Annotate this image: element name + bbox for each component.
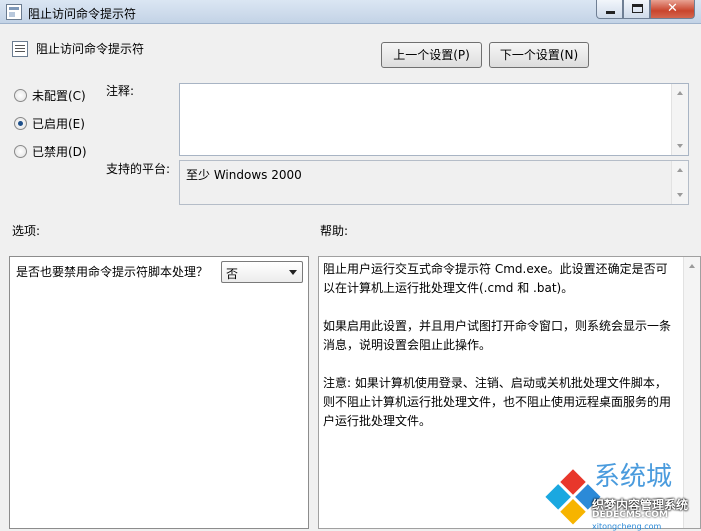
radio-label: 已启用(E): [32, 117, 85, 131]
disable-script-question: 是否也要禁用命令提示符脚本处理？: [16, 265, 209, 279]
scroll-up-icon[interactable]: [677, 168, 683, 172]
comment-label: 注释:: [106, 84, 135, 98]
options-panel: 是否也要禁用命令提示符脚本处理？: [9, 256, 309, 529]
radio-not-configured[interactable]: 未配置(C): [14, 87, 86, 104]
comment-textarea[interactable]: [179, 83, 689, 156]
title-bar: 阻止访问命令提示符 ✕: [0, 0, 701, 24]
previous-setting-button[interactable]: 上一个设置(P): [381, 42, 482, 68]
options-label: 选项:: [12, 224, 41, 238]
site-watermark: 系统城 织梦内容管理系统 DEDECMS.COM xitongcheng.com: [545, 456, 701, 531]
radio-button[interactable]: [14, 145, 27, 158]
help-paragraph: 阻止用户运行交互式命令提示符 Cmd.exe。此设置还确定是否可以在计算机上运行…: [323, 262, 668, 295]
scroll-down-icon[interactable]: [677, 193, 683, 197]
disable-script-select[interactable]: 否: [221, 261, 303, 283]
minimize-button[interactable]: [596, 0, 623, 19]
radio-disabled[interactable]: 已禁用(D): [14, 143, 87, 160]
chevron-down-icon: [289, 270, 297, 275]
radio-enabled[interactable]: 已启用(E): [14, 115, 85, 132]
help-label: 帮助:: [320, 224, 349, 238]
policy-setting-icon: [12, 41, 28, 57]
help-text: 阻止用户运行交互式命令提示符 Cmd.exe。此设置还确定是否可以在计算机上运行…: [323, 260, 675, 450]
platform-value: 至少 Windows 2000: [186, 168, 302, 182]
radio-label: 未配置(C): [32, 89, 86, 103]
radio-button[interactable]: [14, 117, 27, 130]
minimize-icon: [606, 11, 615, 14]
next-setting-button[interactable]: 下一个设置(N): [489, 42, 589, 68]
radio-button[interactable]: [14, 89, 27, 102]
close-button[interactable]: ✕: [650, 0, 695, 19]
policy-name: 阻止访问命令提示符: [36, 42, 145, 56]
radio-label: 已禁用(D): [32, 145, 87, 159]
close-icon: ✕: [667, 1, 678, 16]
window-controls: ✕: [596, 0, 695, 20]
platform-label: 支持的平台:: [106, 162, 171, 176]
policy-window-icon: [6, 4, 22, 20]
scroll-up-icon[interactable]: [677, 91, 683, 95]
scroll-down-icon[interactable]: [677, 144, 683, 148]
window-title: 阻止访问命令提示符: [28, 7, 137, 21]
help-paragraph: 注意: 如果计算机使用登录、注销、启动或关机批处理文件脚本，则不阻止计算机运行批…: [323, 376, 672, 428]
platform-scrollbar[interactable]: [671, 161, 688, 204]
watermark-url: xitongcheng.com: [592, 522, 662, 531]
maximize-icon: [632, 4, 643, 13]
platform-field: 至少 Windows 2000: [179, 160, 689, 205]
comment-scrollbar[interactable]: [671, 84, 688, 155]
select-value: 否: [226, 267, 239, 281]
help-paragraph: 如果启用此设置，并且用户试图打开命令窗口，则系统会显示一条消息，说明设置会阻止此…: [323, 319, 672, 352]
scroll-up-icon[interactable]: [689, 264, 695, 268]
watermark-site: DEDECMS.COM: [592, 510, 668, 520]
maximize-button[interactable]: [623, 0, 650, 19]
watermark-title: 系统城: [594, 462, 673, 492]
